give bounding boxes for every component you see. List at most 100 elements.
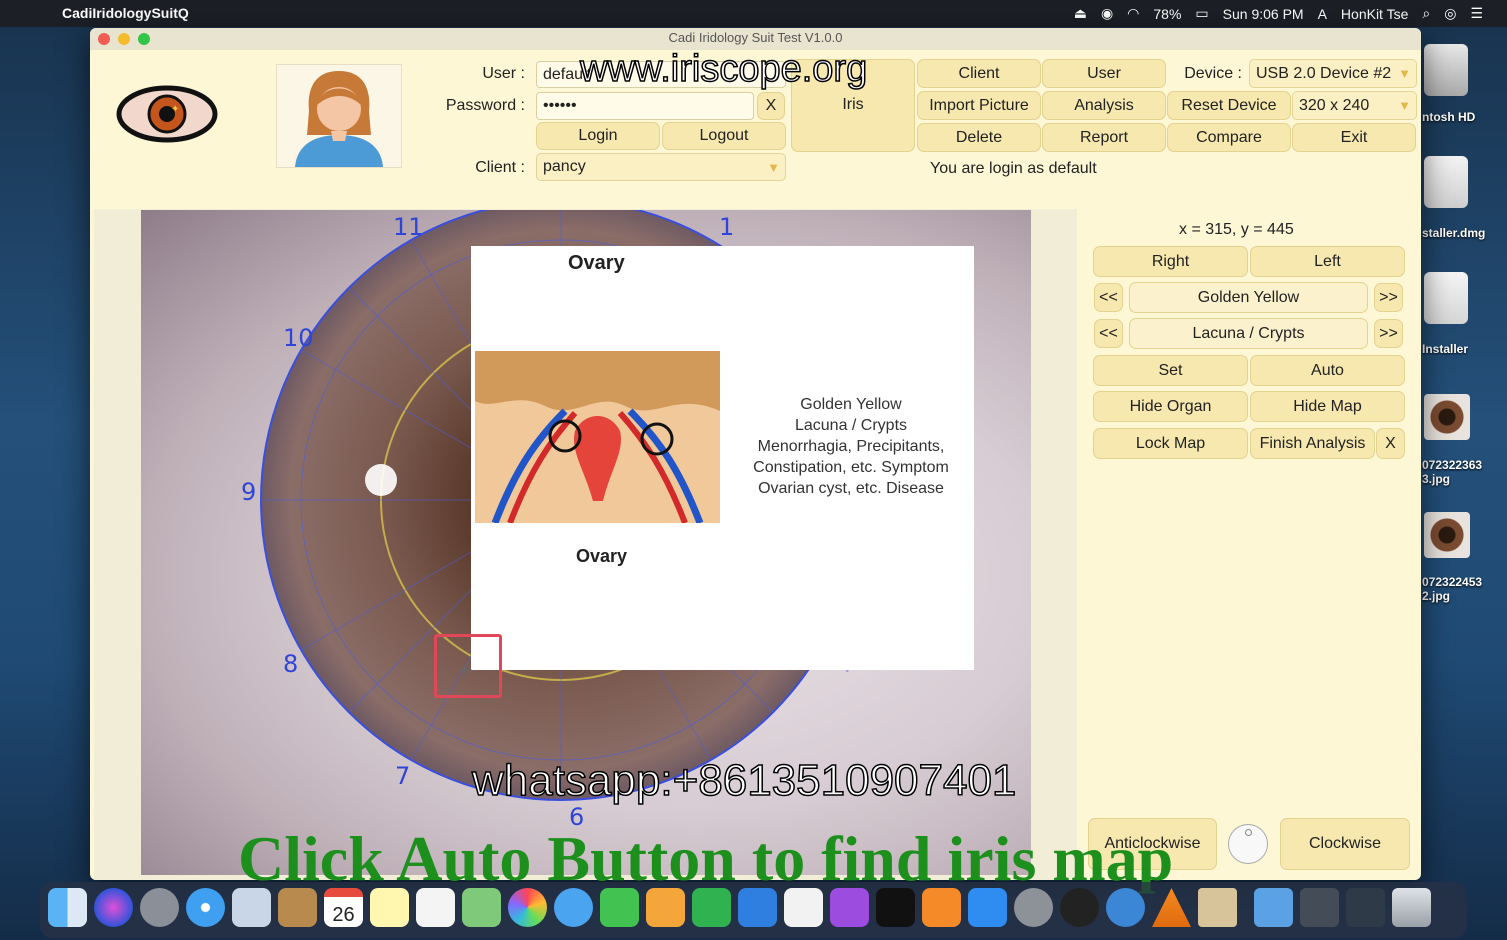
prev-sign-button[interactable]: << [1094, 319, 1123, 348]
mail-icon[interactable] [232, 888, 271, 927]
password-label: Password : [445, 97, 525, 114]
keynote-icon[interactable] [738, 888, 777, 927]
sign-field[interactable]: Lacuna / Crypts [1129, 318, 1368, 349]
organ-popup: Ovary Golden Yellow Lacuna / Crypts Meno… [471, 246, 974, 670]
exit-button[interactable]: Exit [1292, 123, 1416, 152]
music-icon[interactable] [784, 888, 823, 927]
clockwise-button[interactable]: Clockwise [1280, 818, 1410, 870]
window-title: Cadi Iridology Suit Test V1.0.0 [668, 30, 843, 45]
clock[interactable]: Sun 9:06 PM [1223, 5, 1304, 22]
minimize-window-button[interactable] [118, 33, 130, 45]
title-bar: Cadi Iridology Suit Test V1.0.0 [90, 28, 1421, 50]
contacts-icon[interactable] [278, 888, 317, 927]
description-line: Ovarian cyst, etc. Disease [758, 480, 944, 497]
maps-icon[interactable] [462, 888, 501, 927]
quicktime-icon[interactable] [1106, 888, 1145, 927]
safari-icon[interactable] [186, 888, 225, 927]
app-name[interactable]: CadiIridologySuitQ [62, 5, 189, 21]
airdrop-icon[interactable]: ⏏ [1074, 5, 1087, 22]
dock: 26 [40, 882, 1467, 938]
finder-icon[interactable] [48, 888, 87, 927]
pages-icon[interactable] [646, 888, 685, 927]
record-icon[interactable]: ◉ [1101, 5, 1113, 22]
spotlight-icon[interactable]: ⌕ [1422, 5, 1430, 22]
launchpad-icon[interactable] [140, 888, 179, 927]
clock-number-9: 9 [241, 478, 256, 506]
reset-device-button[interactable]: Reset Device [1167, 91, 1291, 120]
auto-button[interactable]: Auto [1250, 355, 1405, 386]
tv-icon[interactable] [876, 888, 915, 927]
report-button[interactable]: Report [1042, 123, 1166, 152]
close-panel-button[interactable]: X [1376, 428, 1405, 459]
reminders-icon[interactable] [416, 888, 455, 927]
rotation-knob[interactable] [1228, 824, 1268, 864]
wifi-icon[interactable]: ◠ [1127, 5, 1139, 22]
client-label: Client : [475, 159, 525, 176]
organ-description: Golden Yellow Lacuna / Crypts Menorrhagi… [731, 394, 971, 499]
prev-color-button[interactable]: << [1094, 283, 1123, 312]
close-window-button[interactable] [98, 33, 110, 45]
app-store-icon[interactable] [968, 888, 1007, 927]
login-button[interactable]: Login [536, 122, 660, 150]
calendar-icon[interactable]: 26 [324, 888, 363, 927]
dmg-icon[interactable] [1424, 156, 1468, 208]
control-center-icon[interactable]: ☰ [1470, 5, 1483, 22]
installer-icon[interactable] [1198, 888, 1237, 927]
books-icon[interactable] [922, 888, 961, 927]
zoom-window-button[interactable] [138, 33, 150, 45]
user-name[interactable]: HonKit Tse [1341, 5, 1408, 22]
clear-password-button[interactable]: X [757, 92, 785, 120]
set-button[interactable]: Set [1093, 355, 1248, 386]
import-picture-button[interactable]: Import Picture [917, 91, 1041, 120]
system-preferences-icon[interactable] [1014, 888, 1053, 927]
messages-icon[interactable] [554, 888, 593, 927]
resolution-dropdown[interactable]: 320 x 240 ▼ [1292, 91, 1417, 120]
screenshot-stack-icon[interactable] [1346, 888, 1385, 927]
clock-number-8: 8 [283, 650, 298, 678]
compare-button[interactable]: Compare [1167, 123, 1291, 152]
website-watermark: www.iriscope.org [579, 47, 868, 91]
battery-icon[interactable]: ▭ [1195, 5, 1208, 22]
image-file-icon[interactable] [1424, 512, 1470, 558]
notes-icon[interactable] [370, 888, 409, 927]
description-line: Golden Yellow [800, 396, 902, 413]
downloads-folder-icon[interactable] [1254, 888, 1293, 927]
device-label: Device : [1184, 65, 1242, 82]
client-dropdown[interactable]: pancy ▼ [536, 153, 786, 181]
client-button[interactable]: Client [917, 59, 1041, 88]
lock-map-button[interactable]: Lock Map [1093, 428, 1248, 459]
siri-menu-icon[interactable]: ◎ [1444, 5, 1456, 22]
crosshair-cursor-icon: ✛ [459, 663, 473, 680]
vlc-icon[interactable] [1152, 888, 1191, 927]
next-sign-button[interactable]: >> [1374, 319, 1403, 348]
trash-icon[interactable] [1392, 888, 1431, 927]
analysis-button[interactable]: Analysis [1042, 91, 1166, 120]
numbers-icon[interactable] [692, 888, 731, 927]
color-field[interactable]: Golden Yellow [1129, 282, 1368, 313]
installer-drive-icon[interactable] [1424, 272, 1468, 324]
next-color-button[interactable]: >> [1374, 283, 1403, 312]
hide-map-button[interactable]: Hide Map [1250, 391, 1405, 422]
photos-icon[interactable] [508, 888, 547, 927]
battery-percent[interactable]: 78% [1153, 5, 1181, 22]
left-eye-button[interactable]: Left [1250, 246, 1405, 277]
hide-organ-button[interactable]: Hide Organ [1093, 391, 1248, 422]
podcasts-icon[interactable] [830, 888, 869, 927]
finish-analysis-button[interactable]: Finish Analysis [1250, 428, 1375, 459]
eye-logo-icon: ✦ [116, 85, 218, 143]
logout-button[interactable]: Logout [662, 122, 786, 150]
app-window: Cadi Iridology Suit Test V1.0.0 ✦ User :… [90, 28, 1421, 880]
delete-button[interactable]: Delete [917, 123, 1041, 152]
device-dropdown[interactable]: USB 2.0 Device #2 ▼ [1249, 59, 1417, 88]
input-source-icon[interactable]: A [1318, 5, 1327, 22]
right-eye-button[interactable]: Right [1093, 246, 1248, 277]
siri-icon[interactable] [94, 888, 133, 927]
hard-disk-icon[interactable] [1424, 44, 1468, 96]
obs-icon[interactable] [1060, 888, 1099, 927]
user-button[interactable]: User [1042, 59, 1166, 88]
password-field[interactable]: •••••• [536, 92, 754, 120]
facetime-icon[interactable] [600, 888, 639, 927]
screenshots-folder-icon[interactable] [1300, 888, 1339, 927]
image-file-icon[interactable] [1424, 394, 1470, 440]
desktop-label-dmg: staller.dmg [1422, 226, 1486, 240]
